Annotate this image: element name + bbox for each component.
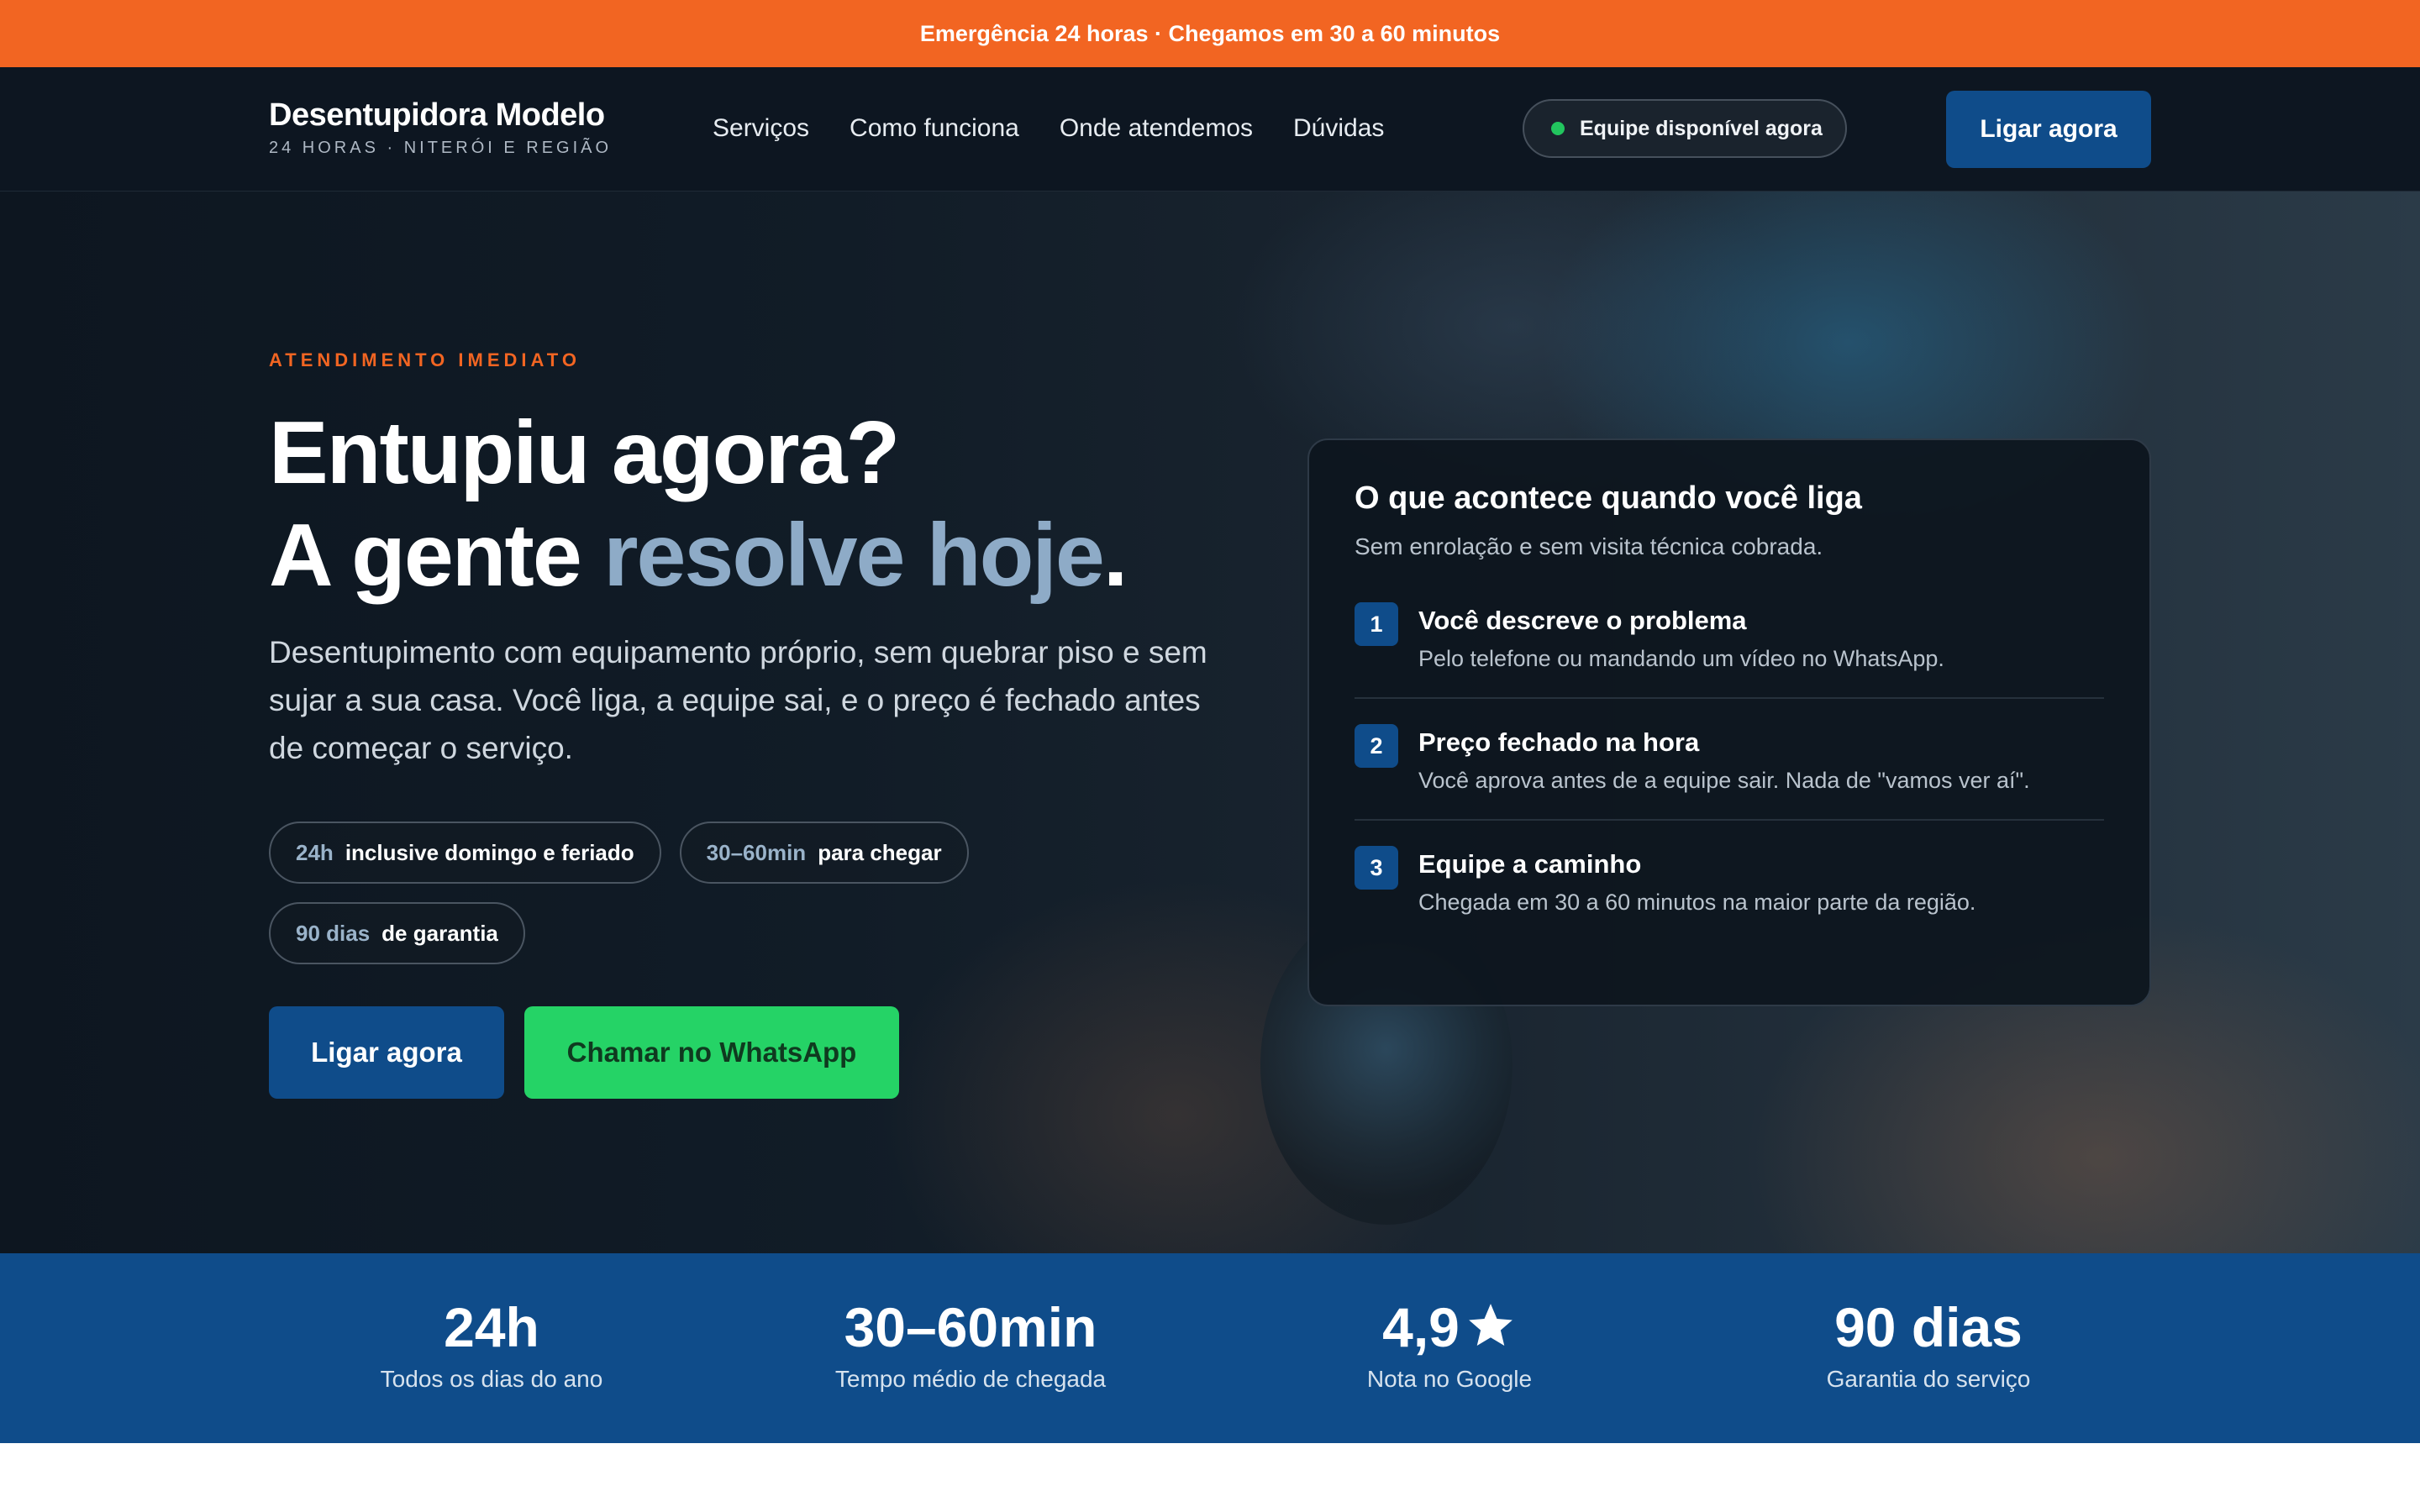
brand-tagline: 24 HORAS · NITERÓI E REGIÃO <box>269 139 613 157</box>
status-dot-icon <box>1551 122 1565 135</box>
feature-chip-key: 24h <box>296 839 334 865</box>
nav-link-duvidas[interactable]: Dúvidas <box>1293 114 1384 143</box>
stat-item: 30–60min Tempo médio de chegada <box>760 1295 1181 1393</box>
stat-label: Garantia do serviço <box>1826 1366 2031 1392</box>
emergency-banner: Emergência 24 horas · Chegamos em 30 a 6… <box>0 0 2420 67</box>
step-description: Pelo telefone ou mandando um vídeo no Wh… <box>1418 646 1944 671</box>
emergency-banner-text: Emergência 24 horas · Chegamos em 30 a 6… <box>919 20 1501 46</box>
step-item: 1 Você descreve o problema Pelo telefone… <box>1355 602 2104 697</box>
nav-link-onde-atendemos[interactable]: Onde atendemos <box>1060 114 1253 143</box>
site-header: Desentupidora Modelo 24 HORAS · NITERÓI … <box>0 67 2420 192</box>
hero-call-button[interactable]: Ligar agora <box>269 1006 504 1099</box>
card-title: O que acontece quando você liga <box>1355 480 1862 516</box>
stat-value: 24h <box>444 1296 539 1358</box>
stat-value: 4,9 <box>1382 1296 1460 1358</box>
step-title: Equipe a caminho <box>1418 849 1642 879</box>
hero-title: Entupiu agora? A gente resolve hoje. <box>269 402 1128 606</box>
stats-band: 24h Todos os dias do ano 30–60min Tempo … <box>0 1253 2420 1443</box>
card-subtitle: Sem enrolação e sem visita técnica cobra… <box>1355 533 1823 559</box>
hero-lead: Desentupimento com equipamento próprio, … <box>269 635 1207 765</box>
stat-item: 4,9 Nota no Google <box>1239 1295 1660 1393</box>
brand-name: Desentupidora Modelo <box>269 97 605 133</box>
stat-label: Todos os dias do ano <box>380 1366 603 1392</box>
step-title: Preço fechado na hora <box>1418 727 1700 757</box>
steps-list: 1 Você descreve o problema Pelo telefone… <box>1355 602 2104 941</box>
step-number: 3 <box>1355 846 1398 890</box>
step-number: 1 <box>1355 602 1398 646</box>
feature-chip: 90 dias de garantia <box>269 902 525 964</box>
hero-title-line1: Entupiu agora? <box>269 403 900 502</box>
brand-logo[interactable]: Desentupidora Modelo 24 HORAS · NITERÓI … <box>269 97 612 158</box>
feature-chip: 24h inclusive domingo e feriado <box>269 822 661 884</box>
availability-text: Equipe disponível agora <box>1580 116 1823 140</box>
how-it-works-card: O que acontece quando você liga Sem enro… <box>1307 438 2151 1006</box>
hero-title-period: . <box>1102 506 1128 605</box>
stat-value: 90 dias <box>1834 1296 2023 1358</box>
header-call-button[interactable]: Ligar agora <box>1946 91 2151 168</box>
hero-title-line2: A gente <box>269 506 604 605</box>
feature-chip-value: de garantia <box>381 920 498 946</box>
step-item: 3 Equipe a caminho Chegada em 30 a 60 mi… <box>1355 819 2104 941</box>
main-nav: Serviços Como funciona Onde atendemos Dú… <box>713 114 1384 143</box>
nav-link-como-funciona[interactable]: Como funciona <box>850 114 1019 143</box>
feature-chip-key: 90 dias <box>296 920 371 946</box>
hero-title-highlight: resolve hoje <box>603 506 1105 605</box>
availability-badge: Equipe disponível agora <box>1523 99 1847 158</box>
whatsapp-button[interactable]: Chamar no WhatsApp <box>524 1006 899 1099</box>
feature-chip: 30–60min para chegar <box>679 822 969 884</box>
stat-value: 30–60min <box>844 1296 1097 1358</box>
feature-chip-value: inclusive domingo e feriado <box>345 839 634 865</box>
hero-section: ATENDIMENTO IMEDIATO Entupiu agora? A ge… <box>0 192 2420 1253</box>
stat-value-row: 4,9 <box>1239 1295 1660 1359</box>
feature-chip-key: 30–60min <box>706 839 807 865</box>
step-item: 2 Preço fechado na hora Você aprova ante… <box>1355 697 2104 819</box>
stat-label: Nota no Google <box>1366 1366 1533 1392</box>
stat-label: Tempo médio de chegada <box>834 1366 1107 1392</box>
star-icon <box>1469 1304 1512 1347</box>
stat-item: 24h Todos os dias do ano <box>281 1295 702 1393</box>
step-description: Você aprova antes de a equipe sair. Nada… <box>1418 768 2030 793</box>
feature-chip-value: para chegar <box>818 839 942 865</box>
feature-chips: 24h inclusive domingo e feriado 30–60min… <box>269 822 1025 964</box>
step-number: 2 <box>1355 724 1398 768</box>
stat-item: 90 dias Garantia do serviço <box>1718 1295 2139 1393</box>
hero-eyebrow: ATENDIMENTO IMEDIATO <box>269 349 581 370</box>
step-title: Você descreve o problema <box>1418 606 1747 635</box>
step-description: Chegada em 30 a 60 minutos na maior part… <box>1418 890 1976 915</box>
nav-link-servicos[interactable]: Serviços <box>713 114 809 143</box>
